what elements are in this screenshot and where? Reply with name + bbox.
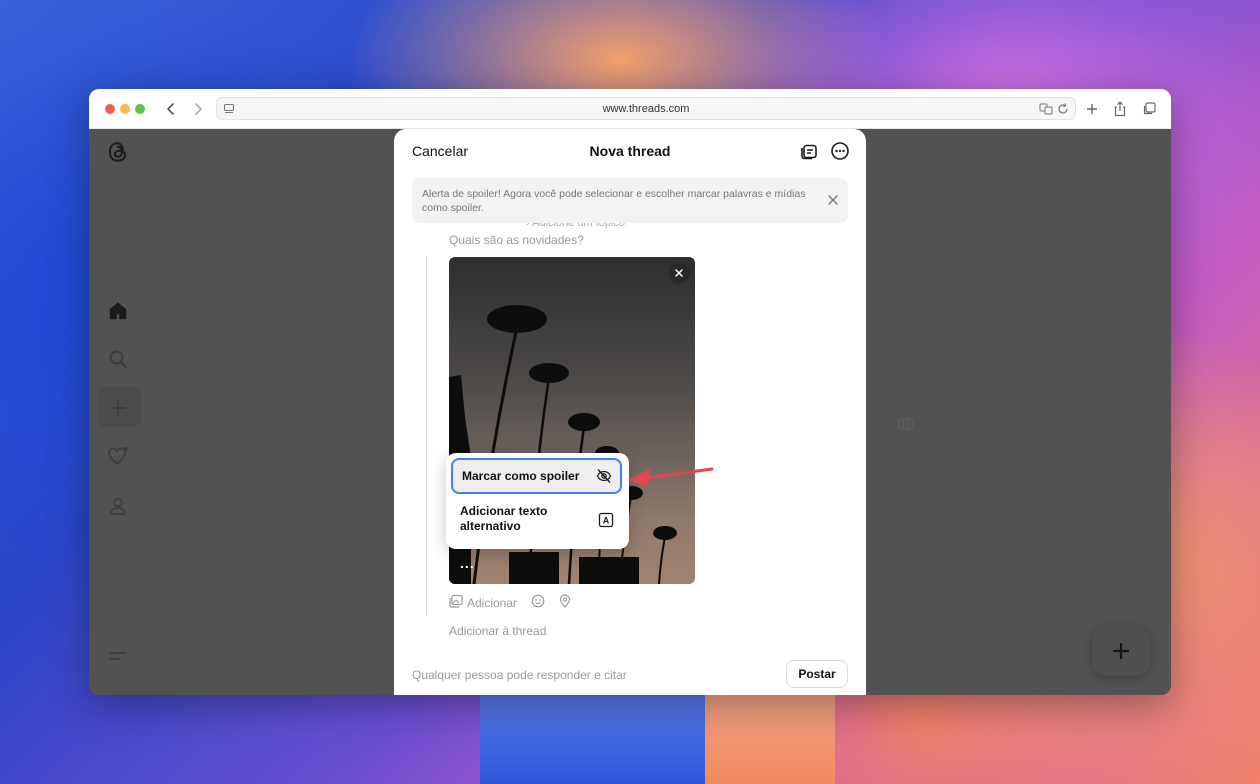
reply-settings[interactable]: Qualquer pessoa pode responder e citar — [412, 668, 627, 682]
zoom-window-button[interactable] — [135, 104, 145, 114]
close-icon[interactable] — [826, 193, 840, 207]
url-text: www.threads.com — [602, 103, 690, 115]
spoiler-alert-banner: Alerta de spoiler! Agora você pode selec… — [412, 178, 848, 223]
thread-line — [426, 255, 427, 615]
modal-title: Nova thread — [589, 143, 671, 159]
annotation-arrow — [628, 467, 714, 487]
share-icon[interactable] — [1110, 99, 1130, 119]
browser-toolbar: www.threads.com — [89, 89, 1171, 129]
svg-text:A: A — [603, 516, 610, 526]
new-thread-modal: Cancelar Nova thread › Adicione um tópic… — [394, 129, 866, 695]
plus-icon[interactable] — [106, 396, 130, 420]
banner-text: Alerta de spoiler! Agora você pode selec… — [422, 188, 806, 214]
search-icon[interactable] — [106, 347, 130, 371]
drafts-icon[interactable] — [799, 141, 819, 161]
plus-icon — [1112, 642, 1130, 660]
modal-header: Cancelar Nova thread — [394, 129, 866, 173]
forward-icon[interactable] — [188, 99, 208, 119]
tab-overview-icon[interactable] — [1139, 99, 1159, 119]
profile-icon[interactable] — [106, 494, 130, 518]
add-media-label[interactable]: Adicionar — [467, 596, 517, 610]
more-options-icon[interactable] — [830, 141, 850, 161]
location-icon[interactable] — [558, 593, 572, 613]
reload-icon[interactable] — [1057, 102, 1069, 120]
threads-page: Cancelar Nova thread › Adicione um tópic… — [89, 129, 1171, 695]
alt-text-label: Adicionar texto alternativo — [460, 504, 548, 533]
heart-icon[interactable] — [106, 444, 130, 468]
close-icon — [675, 269, 683, 277]
address-bar[interactable]: www.threads.com — [216, 97, 1076, 120]
threads-logo-icon[interactable] — [106, 140, 130, 164]
eye-slash-icon — [596, 468, 612, 484]
menu-icon[interactable] — [106, 644, 130, 668]
attachment-actions: Adicionar — [449, 593, 572, 613]
gallery-icon[interactable] — [449, 594, 463, 613]
wallpaper-ribbon — [705, 690, 835, 784]
new-tab-icon[interactable] — [1082, 99, 1102, 119]
home-icon[interactable] — [106, 299, 130, 323]
create-fab-button[interactable] — [1092, 626, 1150, 676]
post-button[interactable]: Postar — [786, 660, 848, 688]
browser-window: www.threads.com Cancelar Nova thread › A… — [89, 89, 1171, 695]
photo-more-button[interactable]: ... — [460, 555, 475, 571]
post-text-input[interactable]: Quais são as novidades? — [449, 233, 584, 247]
alt-text-icon: A — [598, 512, 614, 528]
remove-photo-button[interactable] — [668, 262, 690, 284]
mark-spoiler-label: Marcar como spoiler — [462, 469, 580, 483]
add-to-thread[interactable]: Adicionar à thread — [449, 624, 546, 638]
columns-icon[interactable] — [897, 417, 915, 436]
back-icon[interactable] — [161, 99, 181, 119]
close-window-button[interactable] — [105, 104, 115, 114]
translate-icon[interactable] — [1039, 102, 1053, 120]
mark-spoiler-menu-item[interactable]: Marcar como spoiler — [451, 458, 622, 494]
wallpaper-ribbon — [480, 690, 710, 784]
photo-options-menu: Marcar como spoiler Adicionar texto alte… — [446, 453, 629, 549]
alt-text-menu-item[interactable]: Adicionar texto alternativo A — [451, 500, 622, 540]
emoji-icon[interactable] — [531, 594, 545, 613]
minimize-window-button[interactable] — [120, 104, 130, 114]
